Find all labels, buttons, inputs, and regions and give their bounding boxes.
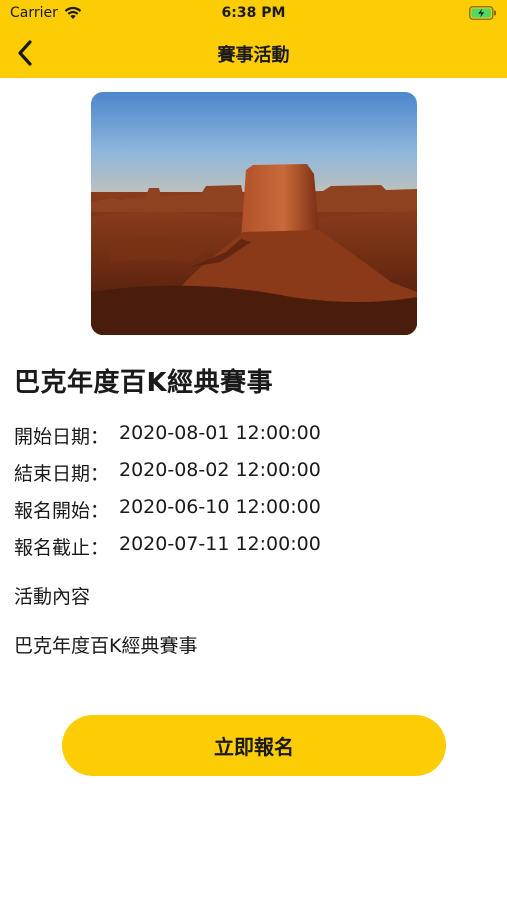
event-cover-image [91,92,417,335]
battery-charging-icon [469,6,496,20]
register-now-button[interactable]: 立即報名 [62,715,446,776]
registration-deadline-value: 2020-07-11 12:00:00 [119,533,321,555]
end-date-value: 2020-08-02 12:00:00 [119,459,321,481]
end-date-row: 結束日期： 2020-08-02 12:00:00 [14,459,321,486]
event-content-heading: 活動內容 [14,586,91,608]
navigation-bar: 賽事活動 [0,28,507,78]
status-bar: Carrier 6:38 PM [0,0,507,28]
registration-start-label: 報名開始： [14,500,110,522]
status-time: 6:38 PM [221,5,286,21]
start-date-value: 2020-08-01 12:00:00 [119,422,321,444]
start-date-row: 開始日期： 2020-08-01 12:00:00 [14,422,321,449]
registration-deadline-row: 報名截止： 2020-07-11 12:00:00 [14,533,321,560]
registration-start-row: 報名開始： 2020-06-10 12:00:00 [14,496,321,523]
start-date-label: 開始日期： [14,426,110,448]
end-date-label: 結束日期： [14,463,110,485]
registration-start-value: 2020-06-10 12:00:00 [119,496,321,518]
registration-deadline-label: 報名截止： [14,537,110,559]
event-title: 巴克年度百K經典賽事 [14,368,274,398]
event-content-body: 巴克年度百K經典賽事 [14,635,198,657]
page-title: 賽事活動 [217,45,290,66]
